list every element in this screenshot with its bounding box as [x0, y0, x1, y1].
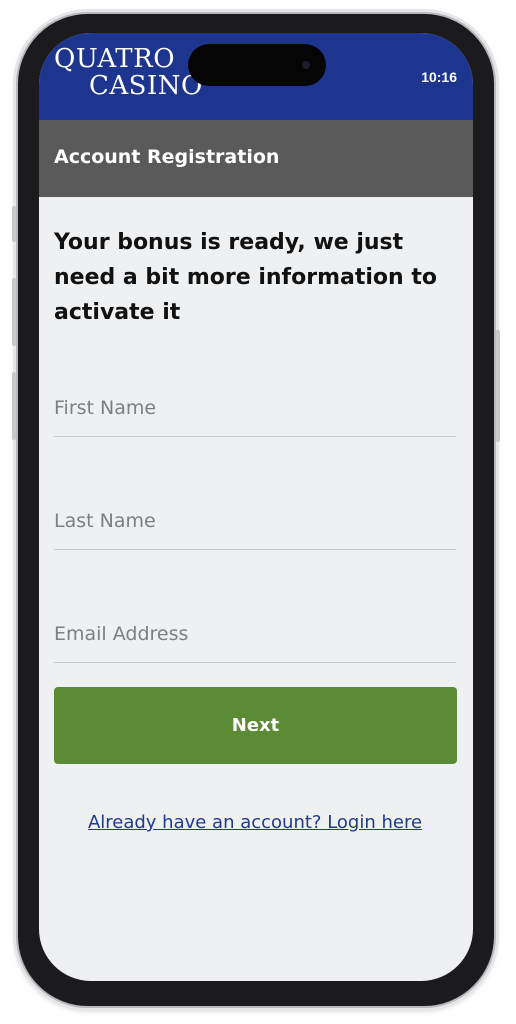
logo-line2: CASINO: [89, 71, 203, 101]
side-button-left-low: [12, 372, 16, 440]
phone-screen: QUATRO CASINO 10:16 Account Registration…: [39, 33, 473, 981]
camera-icon: [302, 61, 310, 69]
next-button[interactable]: Next: [54, 687, 457, 764]
status-bar: QUATRO CASINO 10:16: [39, 33, 473, 120]
page-title: Account Registration: [54, 146, 280, 168]
first-name-field: [54, 388, 456, 437]
side-button-left-mid: [12, 278, 16, 346]
email-input[interactable]: [54, 614, 456, 654]
last-name-field: [54, 501, 456, 550]
status-time: 10:16: [421, 69, 457, 85]
first-name-input[interactable]: [54, 388, 456, 428]
side-button-left-top: [12, 206, 16, 242]
dynamic-island: [188, 44, 326, 86]
last-name-input[interactable]: [54, 501, 456, 541]
email-field: [54, 614, 456, 663]
login-link[interactable]: Already have an account? Login here: [54, 812, 456, 833]
bonus-headline: Your bonus is ready, we just need a bit …: [54, 230, 437, 325]
logo-line1: QUATRO: [54, 44, 176, 74]
quatro-casino-logo[interactable]: QUATRO CASINO: [54, 46, 203, 100]
registration-form: Your bonus is ready, we just need a bit …: [54, 197, 457, 833]
side-button-right: [496, 330, 500, 442]
header-bar: Account Registration: [39, 120, 473, 197]
